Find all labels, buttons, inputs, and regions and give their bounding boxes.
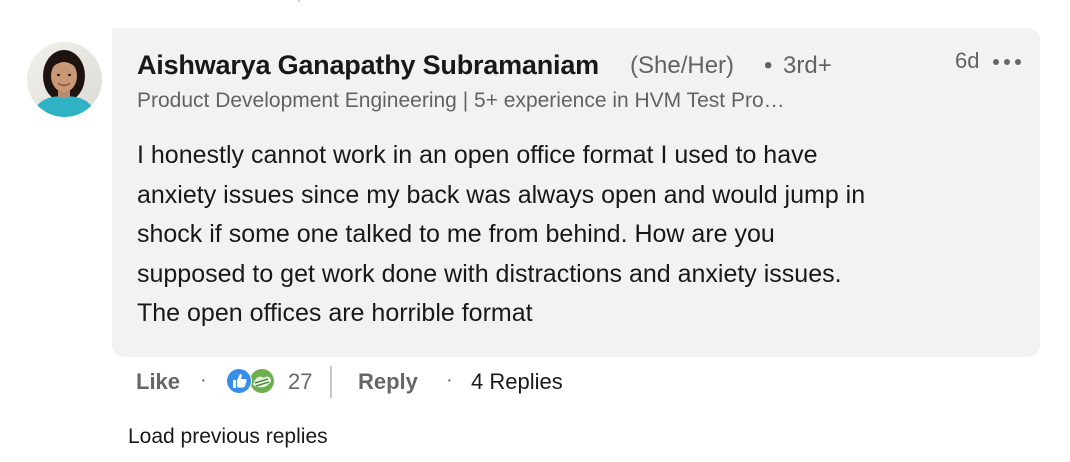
comment-timestamp: 6d: [955, 48, 980, 73]
action-separator: ·: [446, 369, 453, 391]
load-previous-replies-link[interactable]: Load previous replies: [128, 425, 328, 449]
comment-line: supposed to get work done with distracti…: [137, 259, 842, 288]
author-pronouns: (She/Her): [630, 52, 735, 79]
support-reaction-icon: [249, 368, 275, 394]
reaction-count[interactable]: 27: [288, 369, 312, 395]
replies-count-link[interactable]: 4 Replies: [471, 369, 563, 395]
separator-dot: •: [764, 52, 773, 79]
action-separator: ·: [200, 369, 207, 391]
avatar[interactable]: [27, 42, 102, 117]
comment-line: shock if some one talked to me from behi…: [137, 220, 775, 248]
author-name[interactable]: Aishwarya Ganapathy Subramaniam: [137, 50, 599, 81]
comment-text: I honestly cannot work in an open office…: [137, 136, 1017, 334]
like-reaction-icon: [226, 368, 252, 394]
connection-degree: 3rd+: [783, 52, 832, 79]
comment-line: The open offices are horrible format: [137, 299, 533, 327]
comment-actions: Like · 27 Reply · 4 Replies: [0, 362, 1070, 402]
profile-photo-icon: [27, 42, 102, 117]
reactions-summary[interactable]: [224, 366, 280, 396]
like-button[interactable]: Like: [136, 369, 180, 395]
ellipsis-icon[interactable]: [991, 55, 1023, 67]
reply-button[interactable]: Reply: [358, 369, 418, 395]
comment-line: I honestly cannot work in an open office…: [137, 141, 818, 169]
comment-line: anxiety issues since my back was always …: [137, 180, 866, 209]
action-divider: [330, 366, 332, 398]
previous-item-fragment: [268, 0, 388, 4]
author-headline: Product Development Engineering | 5+ exp…: [137, 89, 785, 112]
comment-thread: Aishwarya Ganapathy Subramaniam (She/Her…: [0, 0, 1070, 462]
